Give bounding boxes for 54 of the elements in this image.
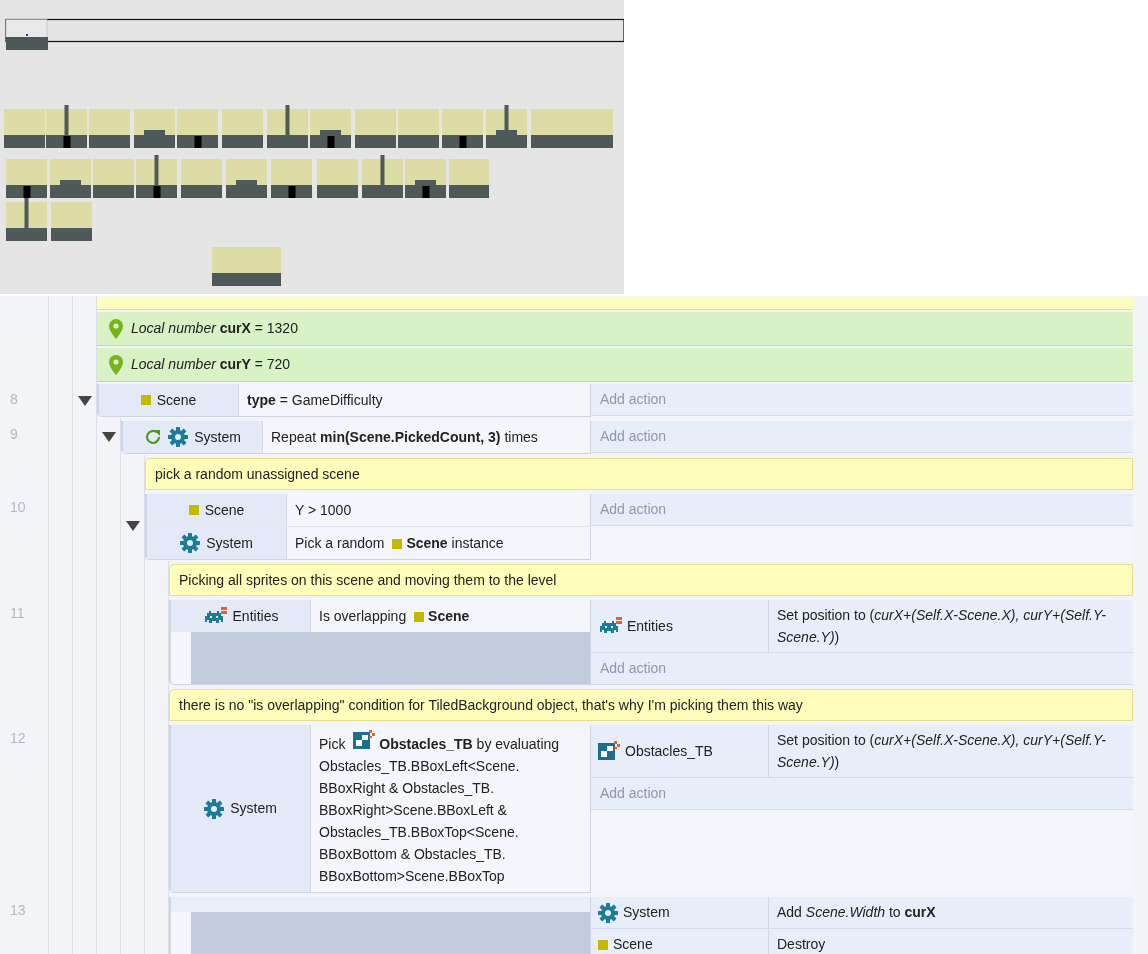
object-name: System <box>230 799 277 818</box>
square-icon <box>598 939 608 950</box>
comment: Picking all sprites on this scene and moving them to the level <box>169 564 1133 596</box>
object-name: Scene <box>204 500 245 520</box>
add-action-link[interactable]: Add action <box>600 499 667 520</box>
square-icon <box>140 395 151 405</box>
line-number: 12 <box>10 729 27 748</box>
parameter-text: Destroy <box>768 929 1133 954</box>
object-name: Scene <box>156 390 197 410</box>
line-number: 10 <box>10 498 27 517</box>
object-name: Entities <box>232 606 279 626</box>
square-icon <box>414 612 425 622</box>
collapse-triangle[interactable] <box>125 521 140 531</box>
parameter-text: Repeat min(Scene.PickedCount, 3) times <box>270 428 539 447</box>
line-number: 9 <box>10 425 19 444</box>
comment: there is no "is overlapping" condition for TiledBackground object, that's why I'm picking them this way <box>169 689 1133 721</box>
location-pin-icon <box>109 318 123 339</box>
square-icon <box>188 505 199 515</box>
parameter-text: Pick Obstacles_TB by evaluating Obstacles_TB.BBoxLeft<Scene. BBoxRight & Obstacles_TB. BBoxRight>Scene.BBoxLeft & Obstacles_TB.BBoxTop<Scene. BBoxBottom & Obstacles_TB. BBoxBottom>Scene.BBoxTop <box>311 725 590 892</box>
variable-declaration: Local number curX = 1320 <box>131 319 298 338</box>
invader-icon <box>202 606 227 626</box>
line-number: 8 <box>10 390 19 409</box>
parameter-text: Is overlapping Scene <box>318 607 471 626</box>
parameter-text: Set position to (curX+(Self.X-Scene.X), curY+(Self.Y-Scene.Y)) <box>768 600 1133 652</box>
variable-declaration: Local number curY = 720 <box>131 355 291 374</box>
parameter-text: Pick a random Scene instance <box>294 534 505 553</box>
collapse-triangle[interactable] <box>101 431 116 442</box>
gear-icon <box>180 533 201 553</box>
comment: pick a random unassigned scene <box>145 458 1133 490</box>
square-icon <box>392 539 403 549</box>
add-action-link[interactable]: Add action <box>600 389 667 410</box>
parameter-text: type = GameDifficulty <box>246 391 384 410</box>
add-action-link[interactable]: Add action <box>600 658 667 679</box>
gear-icon <box>168 427 189 447</box>
object-name: System <box>623 903 670 922</box>
parameter-text: Y > 1000 <box>294 501 353 520</box>
gear-icon <box>204 798 225 819</box>
parameter-text: Add Scene.Width to curX <box>768 897 1133 928</box>
location-pin-icon <box>109 354 123 375</box>
object-name: Entities <box>627 616 673 636</box>
line-number: 13 <box>10 901 27 920</box>
gear-icon <box>598 902 618 923</box>
line-number: 11 <box>10 604 26 623</box>
checker-icon <box>598 741 620 761</box>
object-name: System <box>206 533 253 553</box>
add-action-link[interactable]: Add action <box>600 426 667 447</box>
checker-icon <box>353 730 376 750</box>
invader-icon <box>598 616 622 636</box>
parameter-text: Set position to (curX+(Self.X-Scene.X), curY+(Self.Y-Scene.Y)) <box>768 725 1133 777</box>
object-name: Obstacles_TB <box>625 741 713 761</box>
add-action-link[interactable]: Add action <box>600 783 667 804</box>
object-name: Scene <box>613 935 653 954</box>
collapse-triangle[interactable] <box>77 395 92 406</box>
object-name: System <box>194 427 241 447</box>
